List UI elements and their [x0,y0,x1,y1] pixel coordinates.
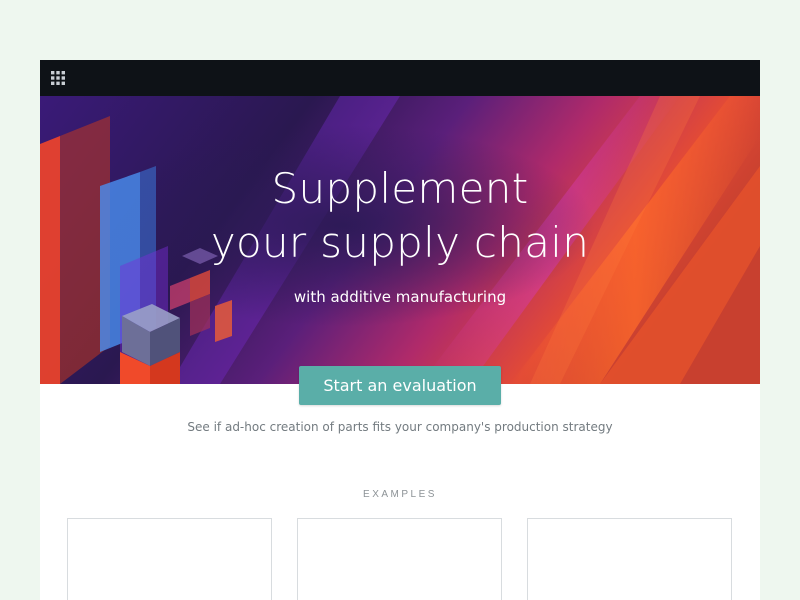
cta-caption: See if ad-hoc creation of parts fits you… [187,420,613,434]
hero-title-line-2: your supply chain [210,218,590,267]
example-card[interactable] [297,518,502,600]
grid-icon[interactable] [51,71,65,85]
start-evaluation-button[interactable]: Start an evaluation [299,366,501,405]
hero-title: Supplement your supply chain [40,162,760,270]
page: Supplement your supply chain with additi… [40,60,760,600]
hero-title-line-1: Supplement [271,164,529,213]
hero-subtitle: with additive manufacturing [293,288,507,306]
example-card[interactable] [67,518,272,600]
hero-banner: Supplement your supply chain with additi… [40,96,760,384]
examples-heading: EXAMPLES [363,489,437,500]
top-bar [40,60,760,96]
example-card[interactable] [527,518,732,600]
